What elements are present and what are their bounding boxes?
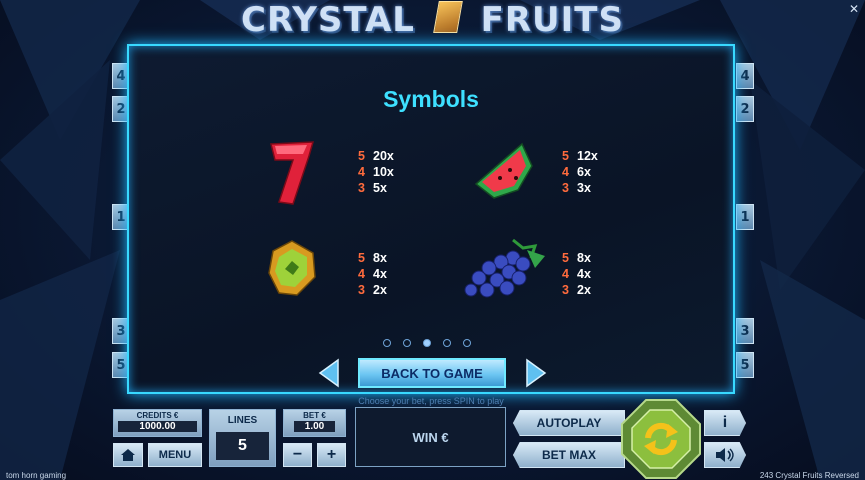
seven-paytable: 5 20x 4 10x 3 5x <box>358 149 394 195</box>
lines-box: LINES 5 <box>209 409 276 467</box>
bet-label: BET € <box>303 411 326 420</box>
bet-decrease-button[interactable]: − <box>283 443 312 467</box>
logo-word-crystal: CRYSTAL <box>241 0 415 40</box>
lines-value: 5 <box>216 432 269 460</box>
seven-symbol-icon <box>270 141 315 205</box>
watermelon-symbol-icon <box>474 142 533 199</box>
credits-box: CREDITS € 1000.00 <box>113 409 202 437</box>
close-icon[interactable]: ✕ <box>849 2 859 16</box>
prev-page-arrow-icon[interactable] <box>318 358 340 388</box>
page-dot[interactable] <box>383 339 391 347</box>
page-dot[interactable] <box>403 339 411 347</box>
win-display: WIN € <box>355 407 506 467</box>
bet-increase-button[interactable]: + <box>317 443 346 467</box>
back-to-game-button[interactable]: BACK TO GAME <box>358 358 506 388</box>
sound-button[interactable] <box>704 442 746 468</box>
menu-button[interactable]: MENU <box>148 443 202 467</box>
page-dot[interactable] <box>443 339 451 347</box>
payline-marker-right: 4 <box>736 63 754 89</box>
bet-value: 1.00 <box>294 421 335 432</box>
payline-marker-right: 2 <box>736 96 754 122</box>
kiwi-symbol-icon <box>268 240 316 296</box>
paytable-panel: Symbols 5 20x 4 10x 3 5x 5 12x 4 6x 3 3x 5 8x 4… <box>127 44 735 394</box>
credits-value: 1000.00 <box>118 421 197 432</box>
gem-icon <box>432 1 463 33</box>
logo-word-fruits: FRUITS <box>480 0 624 40</box>
watermelon-paytable: 5 12x 4 6x 3 3x <box>562 149 598 195</box>
spin-hint: Choose your bet, press SPIN to play <box>358 396 504 406</box>
payline-marker-right: 5 <box>736 352 754 378</box>
panel-heading: Symbols <box>383 86 479 112</box>
credits-label: CREDITS € <box>136 411 179 420</box>
grapes-symbol-icon <box>464 238 545 298</box>
autoplay-button[interactable]: AUTOPLAY <box>513 410 625 436</box>
bet-box: BET € 1.00 <box>283 409 346 437</box>
page-dot-active[interactable] <box>423 339 431 347</box>
spin-button[interactable] <box>620 398 702 480</box>
provider-label: tom horn gaming <box>6 471 67 480</box>
home-button[interactable] <box>113 443 143 467</box>
lines-label: LINES <box>227 415 258 426</box>
game-name-label: 243 Crystal Fruits Reversed <box>759 471 859 480</box>
page-indicator <box>383 339 471 347</box>
page-dot[interactable] <box>463 339 471 347</box>
payline-marker-right: 3 <box>736 318 754 344</box>
kiwi-paytable: 5 8x 4 4x 3 2x <box>358 251 387 297</box>
speaker-icon <box>716 448 734 462</box>
info-button[interactable]: i <box>704 410 746 436</box>
game-logo: CRYSTAL FRUITS <box>0 0 865 40</box>
grapes-paytable: 5 8x 4 4x 3 2x <box>562 251 591 297</box>
bet-max-button[interactable]: BET MAX <box>513 442 625 468</box>
next-page-arrow-icon[interactable] <box>525 358 547 388</box>
payline-marker-right: 1 <box>736 204 754 230</box>
home-icon <box>121 449 135 461</box>
